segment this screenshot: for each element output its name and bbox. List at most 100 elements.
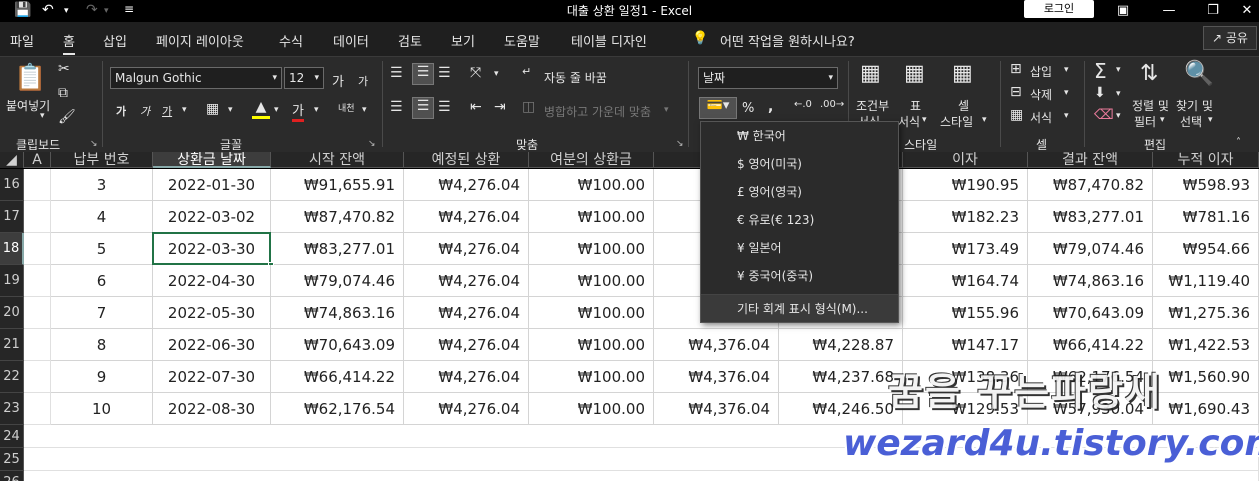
paste-icon[interactable]: 📋 [14,63,46,93]
row-header[interactable]: 16 [0,169,24,201]
wrap-text-button[interactable]: 자동 줄 바꿈 [544,69,607,86]
cell[interactable]: ₩79,074.46 [1028,233,1153,265]
delete-cells-icon[interactable]: ⊟ [1010,84,1022,100]
cell[interactable]: 2022-03-02 [153,201,271,233]
cell[interactable]: ₩4,376.04 [654,361,779,393]
cell[interactable] [24,393,51,425]
underline-button[interactable]: 가 [162,103,172,119]
cell[interactable] [24,201,51,233]
tab-view[interactable]: 보기 [451,31,475,50]
cell[interactable]: 2022-08-30 [153,393,271,425]
row-header[interactable]: 26 [0,471,24,481]
align-middle-icon[interactable]: ☰ [412,63,434,85]
cell[interactable]: ₩83,277.01 [271,233,404,265]
orientation-dropdown-icon[interactable]: ▾ [494,69,499,79]
fill-color-icon[interactable]: ▲ [252,99,270,119]
row-header[interactable]: 24 [0,425,24,448]
cell[interactable]: ₩4,276.04 [404,393,529,425]
ribbon-display-icon[interactable]: ▣ [1100,0,1146,22]
cell[interactable]: 9 [51,361,153,393]
empty-row[interactable] [24,471,1259,481]
align-right-icon[interactable]: ☰ [438,99,451,115]
cell[interactable]: 2022-07-30 [153,361,271,393]
fill-dropdown-icon[interactable]: ▾ [1116,89,1121,99]
sort-filter-label2[interactable]: 필터 [1134,113,1156,130]
collapse-ribbon-icon[interactable]: ˄ [1236,137,1241,148]
decrease-indent-icon[interactable]: ⇤ [470,99,482,115]
cell[interactable]: 2022-06-30 [153,329,271,361]
cell[interactable]: ₩182.23 [903,201,1028,233]
column-header[interactable]: 누적 이자 [1153,152,1259,168]
cell[interactable] [24,169,51,201]
align-center-icon[interactable]: ☰ [412,97,434,119]
tab-formulas[interactable]: 수식 [279,31,303,50]
cell[interactable]: ₩100.00 [529,169,654,201]
find-select-button[interactable]: 찾기 및 [1176,97,1213,114]
border-icon[interactable]: ▦ [206,101,219,117]
decrease-decimal-icon[interactable]: .00→ [820,99,844,110]
cell[interactable]: ₩4,276.04 [404,233,529,265]
customize-icon[interactable]: ≡ [124,2,134,16]
cell[interactable]: ₩100.00 [529,361,654,393]
tab-table-design[interactable]: 테이블 디자인 [571,31,647,50]
cell[interactable]: 2022-03-30 [153,233,271,265]
row-header[interactable]: 20 [0,297,24,329]
cell[interactable]: 8 [51,329,153,361]
tab-page-layout[interactable]: 페이지 레이아웃 [156,31,244,50]
fill-color-dropdown-icon[interactable]: ▾ [274,105,279,115]
cell[interactable]: ₩74,863.16 [1028,265,1153,297]
cell[interactable]: ₩74,863.16 [271,297,404,329]
table-format-icon[interactable]: ▦ [904,61,925,86]
table-format-label2[interactable]: 서식 [898,113,920,130]
tab-insert[interactable]: 삽입 [103,31,127,50]
cell[interactable]: ₩87,470.82 [1028,169,1153,201]
percent-button[interactable]: % [742,101,754,116]
fill-icon[interactable]: ⬇ [1094,85,1106,101]
find-select-icon[interactable]: 🔍 [1184,59,1214,87]
format-dropdown-icon[interactable]: ▾ [1064,111,1069,121]
row-header[interactable]: 19 [0,265,24,297]
cell-styles-dropdown-icon[interactable]: ▾ [982,115,987,125]
cell[interactable]: ₩83,277.01 [1028,201,1153,233]
cell[interactable]: ₩70,643.09 [1028,297,1153,329]
column-header[interactable]: 납부 번호 [51,152,153,168]
cell[interactable]: 4 [51,201,153,233]
cell[interactable]: ₩91,655.91 [271,169,404,201]
font-color-dropdown-icon[interactable]: ▾ [314,105,319,115]
menu-item-more-accounting-formats[interactable]: 기타 회계 표시 형식(M)... [701,294,898,322]
column-header[interactable]: 상환금 날짜 [153,152,271,168]
merge-dropdown-icon[interactable]: ▾ [664,105,669,115]
cell[interactable]: ₩62,176.54 [271,393,404,425]
column-header[interactable]: 이자 [903,152,1028,168]
number-format-select[interactable]: 날짜 ▾ [698,67,838,89]
cell[interactable]: 3 [51,169,153,201]
shrink-font-button[interactable]: 가 [358,73,368,89]
conditional-format-icon[interactable]: ▦ [860,61,881,86]
merge-center-button[interactable]: 병합하고 가운데 맞춤 [544,103,651,120]
cell[interactable]: 2022-01-30 [153,169,271,201]
column-header[interactable]: A [24,152,51,168]
cell[interactable]: ₩100.00 [529,329,654,361]
clipboard-launcher-icon[interactable]: ↘ [90,139,98,149]
tab-home[interactable]: 홈 [63,31,75,55]
undo-dropdown-icon[interactable]: ▾ [64,6,69,16]
accounting-format-button[interactable]: 💳▾ [699,97,737,119]
underline-dropdown-icon[interactable]: ▾ [182,105,187,115]
cell[interactable]: ₩4,276.04 [404,361,529,393]
comma-button[interactable]: , [768,99,773,115]
menu-item-euro[interactable]: € 유로(€ 123) [701,206,898,234]
cell[interactable]: ₩1,422.53 [1153,329,1259,361]
cell[interactable]: ₩4,276.04 [404,329,529,361]
cell[interactable] [24,329,51,361]
row-header[interactable]: 17 [0,201,24,233]
alignment-launcher-icon[interactable]: ↘ [676,139,684,149]
insert-cells-button[interactable]: 삽입 [1030,63,1052,80]
cell[interactable]: ₩1,560.90 [1153,361,1259,393]
close-icon[interactable]: ✕ [1224,0,1259,22]
tab-file[interactable]: 파일 [10,31,34,50]
undo-icon[interactable]: ↶ [42,2,54,18]
cell[interactable] [24,361,51,393]
cell[interactable]: ₩954.66 [1153,233,1259,265]
clear-icon[interactable]: ⌫ [1094,107,1114,123]
tell-me-box[interactable]: 어떤 작업을 원하시나요? [720,31,855,50]
